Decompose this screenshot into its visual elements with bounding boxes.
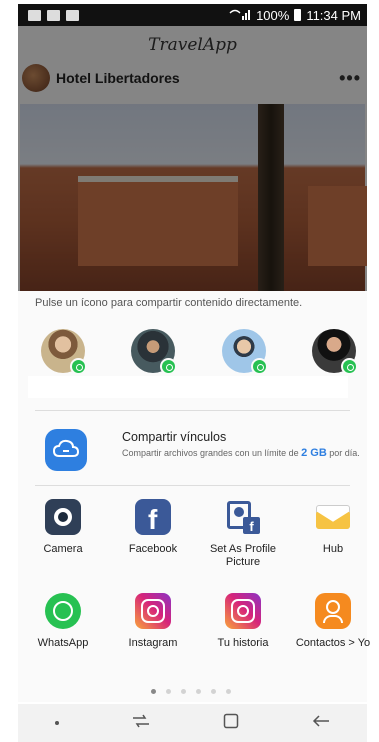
page-dot[interactable] xyxy=(211,689,216,694)
navigation-bar xyxy=(18,704,367,742)
share-app-contactos[interactable]: Contactos > Yo xyxy=(288,593,378,650)
facebook-icon: f xyxy=(135,499,171,535)
size-limit: 2 GB xyxy=(301,447,327,459)
mail-icon xyxy=(47,9,60,21)
battery-percent: 100% xyxy=(256,7,290,23)
whatsapp-badge-icon xyxy=(70,358,87,375)
share-app-label: WhatsApp xyxy=(37,637,89,649)
back-icon[interactable] xyxy=(312,714,330,733)
notification-icons xyxy=(28,9,79,21)
direct-share-contact-2[interactable] xyxy=(131,329,177,375)
background-app: TravelApp Hotel Libertadores ••• xyxy=(18,26,367,296)
share-hint: Pulse un ícono para compartir contenido … xyxy=(35,297,303,309)
direct-share-contact-1[interactable] xyxy=(41,329,87,375)
profile-picture-icon: f xyxy=(225,499,261,535)
share-app-facebook[interactable]: f Facebook xyxy=(108,499,198,556)
page-dot[interactable] xyxy=(181,689,186,694)
page-indicator xyxy=(151,689,231,694)
whatsapp-badge-icon xyxy=(341,358,358,375)
gallery-icon xyxy=(28,9,41,21)
share-app-label: Facebook xyxy=(128,543,178,555)
instagram-story-icon xyxy=(225,593,261,629)
share-app-set-profile[interactable]: f Set As Profile Picture xyxy=(198,499,288,569)
share-sheet: Pulse un ícono para compartir contenido … xyxy=(18,291,370,702)
divider xyxy=(35,410,350,411)
battery-icon xyxy=(294,9,302,21)
share-app-label: Instagram xyxy=(128,637,178,649)
home-icon[interactable] xyxy=(223,713,239,734)
share-app-label: Contactos > Yo xyxy=(295,637,371,649)
share-app-label: Camera xyxy=(43,543,83,555)
nav-dot-icon[interactable] xyxy=(54,721,59,725)
share-app-whatsapp[interactable]: WhatsApp xyxy=(18,593,108,650)
hub-mail-icon xyxy=(315,499,351,535)
whatsapp-badge-icon xyxy=(160,358,177,375)
status-bar: 100% 11:34 PM xyxy=(18,4,367,26)
clock: 11:34 PM xyxy=(306,7,361,23)
direct-share-contacts xyxy=(18,329,367,375)
facebook-notification-icon xyxy=(66,9,79,21)
whatsapp-badge-icon xyxy=(251,358,268,375)
contact-names-area xyxy=(28,376,348,398)
camera-icon xyxy=(45,499,81,535)
dim-overlay[interactable] xyxy=(18,26,367,296)
share-app-hub[interactable]: Hub xyxy=(288,499,378,556)
direct-share-contact-4[interactable] xyxy=(312,329,358,375)
share-app-label: Set As Profile Picture xyxy=(209,543,277,568)
share-app-instagram[interactable]: Instagram xyxy=(108,593,198,650)
share-app-label: Tu historia xyxy=(217,637,269,649)
instagram-icon xyxy=(135,593,171,629)
compartir-vinculos-desc: Compartir archivos grandes con un límite… xyxy=(122,447,360,459)
divider xyxy=(35,485,350,486)
page-dot[interactable] xyxy=(151,689,156,694)
share-app-label: Hub xyxy=(322,543,344,555)
share-app-tu-historia[interactable]: Tu historia xyxy=(198,593,288,650)
page-dot[interactable] xyxy=(196,689,201,694)
compartir-vinculos-title: Compartir vínculos xyxy=(122,430,227,444)
compartir-vinculos[interactable]: Compartir vínculos Compartir archivos gr… xyxy=(45,429,360,471)
direct-share-contact-3[interactable] xyxy=(222,329,268,375)
recent-apps-icon[interactable] xyxy=(132,714,150,733)
cloud-link-icon xyxy=(45,429,87,471)
page-dot[interactable] xyxy=(226,689,231,694)
wifi-signal-icon xyxy=(229,8,251,23)
share-app-camera[interactable]: Camera xyxy=(18,499,108,556)
page-dot[interactable] xyxy=(166,689,171,694)
contacts-icon xyxy=(315,593,351,629)
whatsapp-icon xyxy=(45,593,81,629)
